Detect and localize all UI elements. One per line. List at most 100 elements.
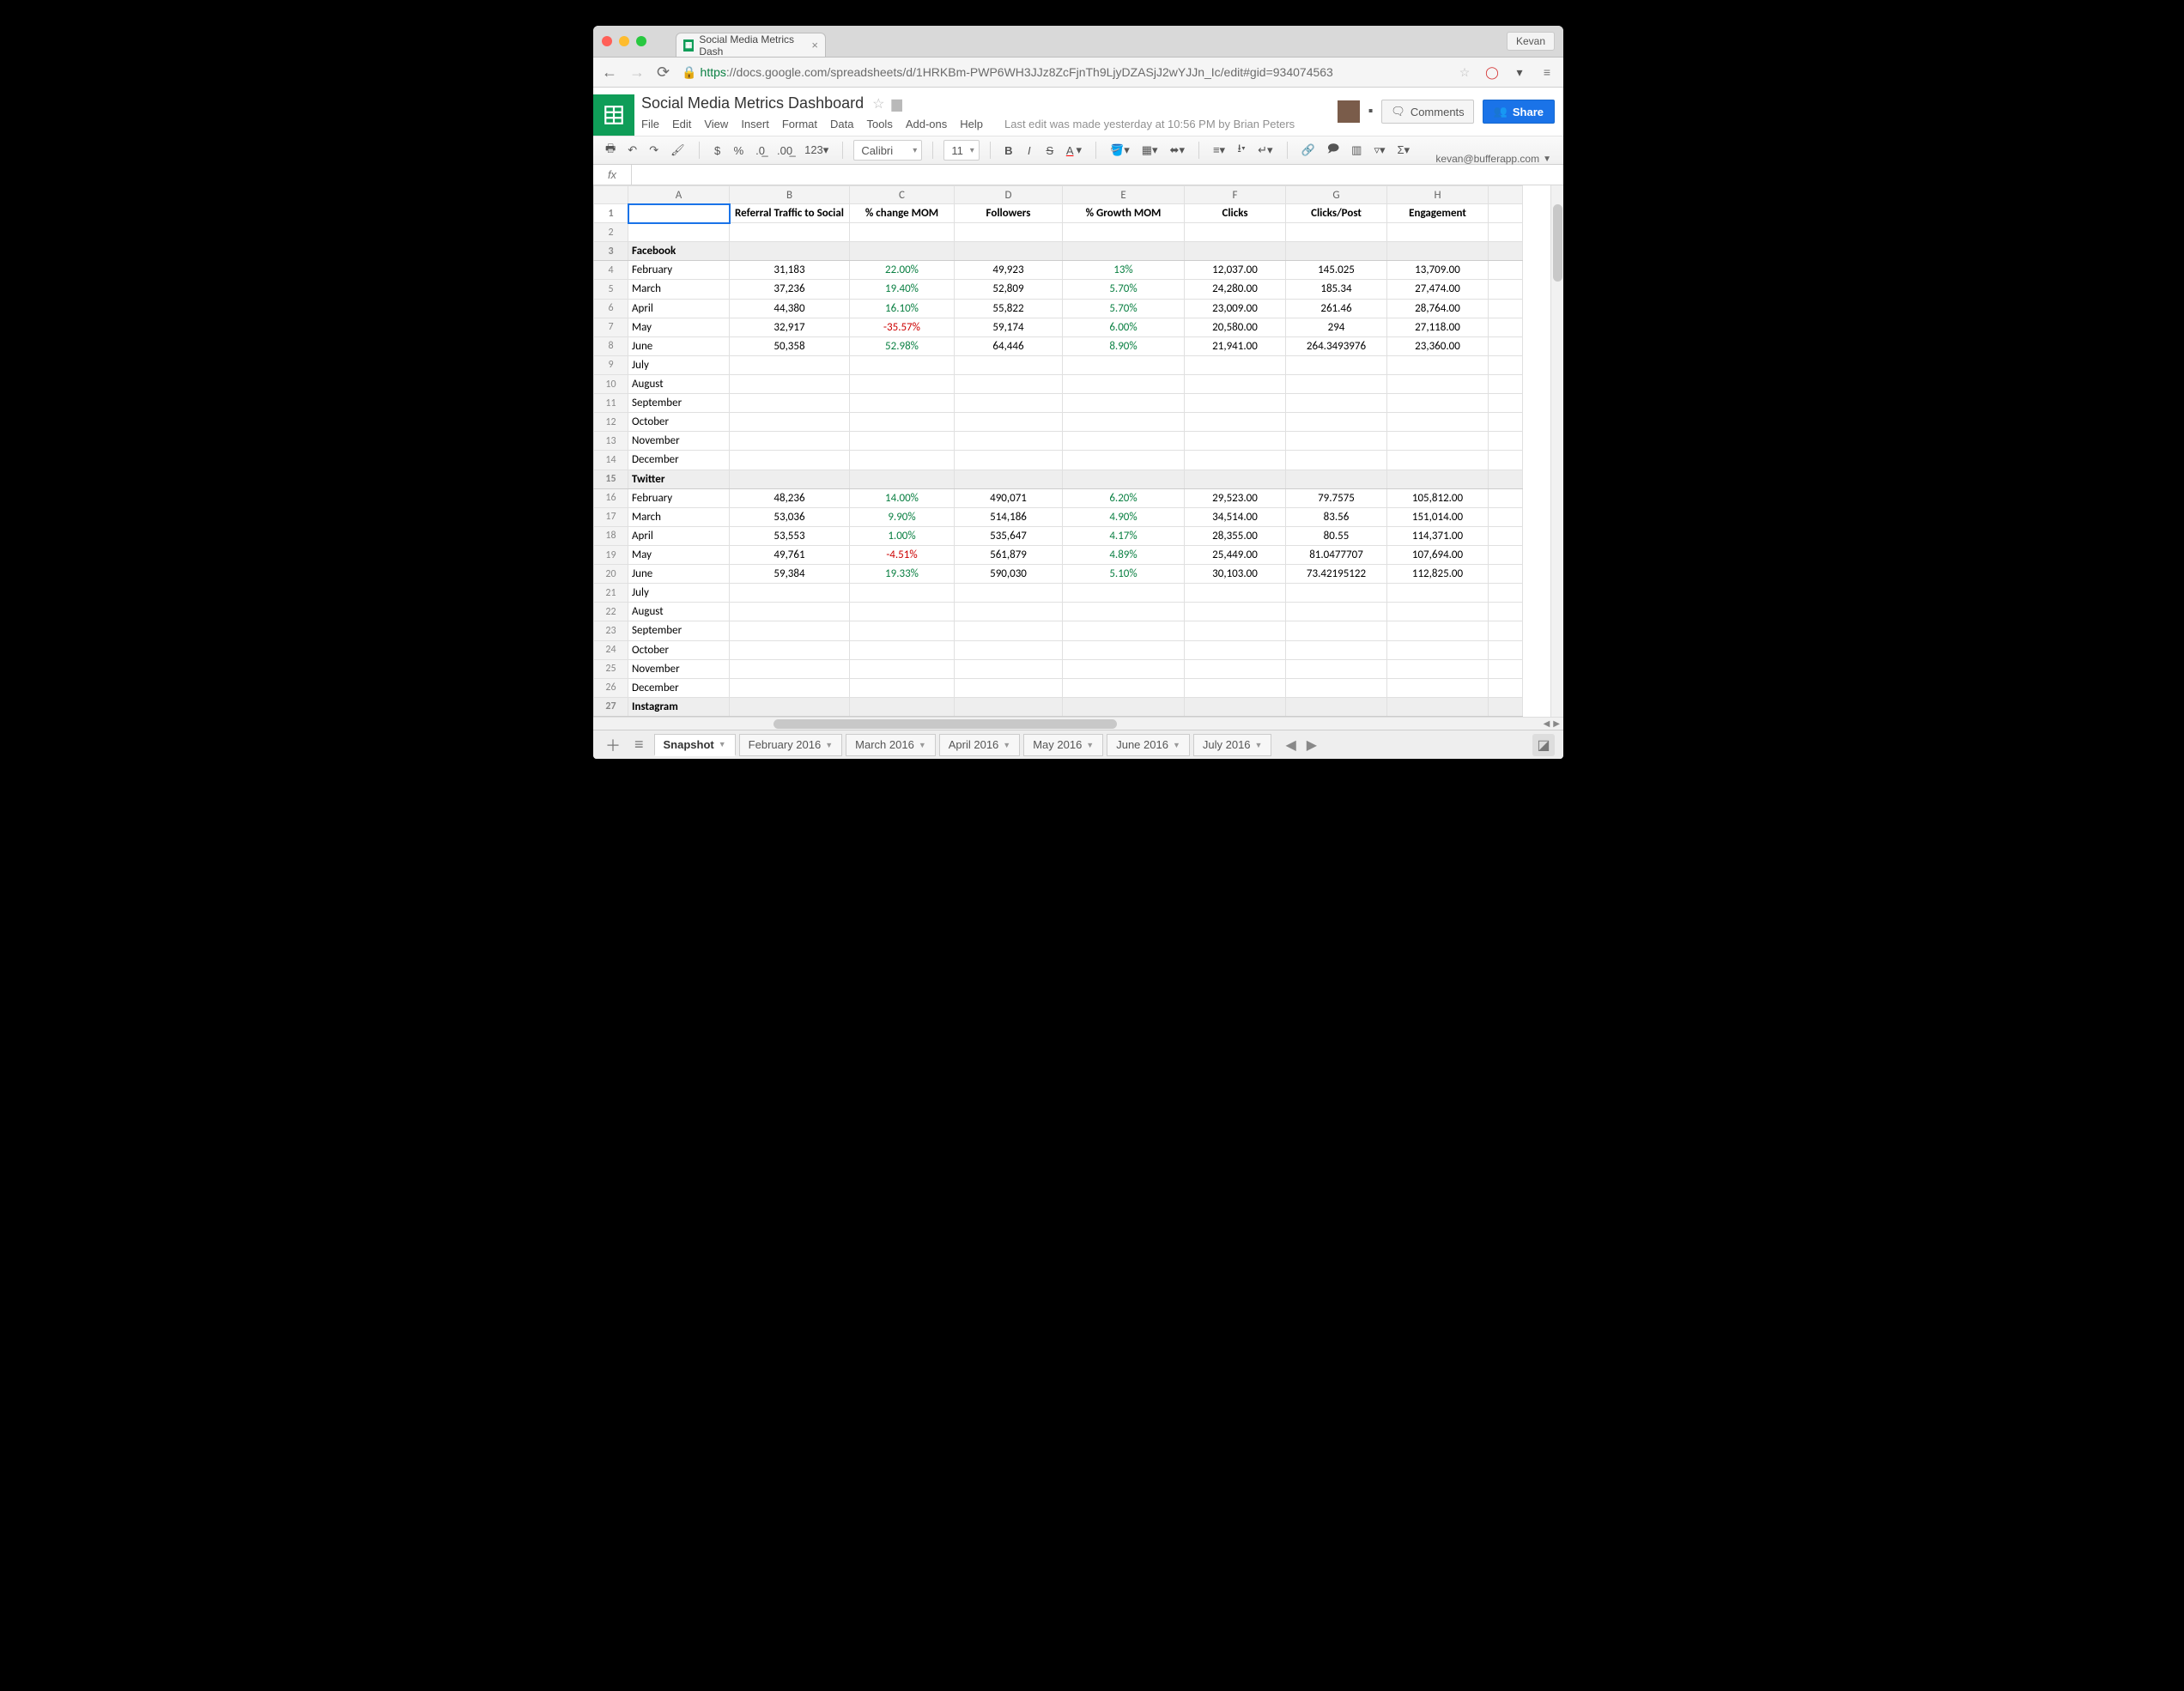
comments-button[interactable]: 🗨Comments — [1381, 100, 1473, 124]
cell[interactable] — [1489, 394, 1523, 413]
menu-file[interactable]: File — [641, 118, 659, 130]
cell[interactable]: 5.10% — [1063, 565, 1185, 584]
cell[interactable]: 13,709.00 — [1387, 261, 1489, 280]
col-header-e[interactable]: E — [1063, 186, 1185, 204]
minimize-window-icon[interactable] — [619, 36, 629, 46]
comment-insert-icon[interactable]: 🗩 — [1324, 139, 1343, 161]
chevron-down-icon[interactable]: ▼ — [1086, 741, 1094, 749]
row-header[interactable]: 7 — [594, 318, 628, 336]
cell[interactable] — [1387, 640, 1489, 659]
menu-addons[interactable]: Add-ons — [906, 118, 947, 130]
cell[interactable] — [1286, 355, 1387, 374]
cell[interactable]: 5.70% — [1063, 299, 1185, 318]
cell[interactable] — [955, 659, 1063, 678]
cell[interactable] — [1286, 659, 1387, 678]
cell[interactable] — [1063, 659, 1185, 678]
cell[interactable] — [1489, 413, 1523, 432]
cell[interactable] — [1387, 470, 1489, 488]
cell[interactable] — [1063, 394, 1185, 413]
cell[interactable]: 20,580.00 — [1185, 318, 1286, 336]
cell[interactable]: 27,118.00 — [1387, 318, 1489, 336]
address-bar[interactable]: 🔒https://docs.google.com/spreadsheets/d/… — [682, 65, 1445, 80]
scrollbar-thumb-h[interactable] — [774, 719, 1117, 729]
cell[interactable] — [1489, 678, 1523, 697]
cell[interactable] — [1489, 488, 1523, 507]
cell[interactable]: 52,809 — [955, 280, 1063, 299]
row-header[interactable]: 19 — [594, 545, 628, 564]
cell[interactable]: 29,523.00 — [1185, 488, 1286, 507]
sheet-tab[interactable]: Snapshot▼ — [654, 734, 736, 756]
cell[interactable]: 107,694.00 — [1387, 545, 1489, 564]
presence-icon[interactable]: ▪ — [1368, 104, 1374, 119]
cell[interactable] — [730, 678, 850, 697]
cell[interactable]: 34,514.00 — [1185, 507, 1286, 526]
cell[interactable] — [955, 432, 1063, 451]
cell[interactable] — [1489, 204, 1523, 223]
cell[interactable]: 50,358 — [730, 336, 850, 355]
cell[interactable] — [1387, 697, 1489, 716]
cell[interactable] — [1063, 621, 1185, 640]
cell[interactable]: 112,825.00 — [1387, 565, 1489, 584]
cell[interactable]: 52.98% — [850, 336, 955, 355]
cell[interactable] — [955, 242, 1063, 261]
cell[interactable] — [1489, 451, 1523, 470]
cell[interactable] — [730, 242, 850, 261]
cell[interactable] — [850, 621, 955, 640]
cell[interactable]: 55,822 — [955, 299, 1063, 318]
row-header[interactable]: 14 — [594, 451, 628, 470]
cell[interactable]: 5.70% — [1063, 280, 1185, 299]
cell[interactable] — [1489, 526, 1523, 545]
cell[interactable] — [1387, 621, 1489, 640]
cell[interactable] — [1489, 507, 1523, 526]
functions-icon[interactable]: Σ▾ — [1394, 142, 1414, 159]
cell[interactable] — [1489, 621, 1523, 640]
cell[interactable]: 32,917 — [730, 318, 850, 336]
h-align-icon[interactable]: ≡▾ — [1210, 142, 1228, 159]
cell[interactable] — [1489, 603, 1523, 621]
cell[interactable]: 261.46 — [1286, 299, 1387, 318]
undo-icon[interactable]: ↶ — [624, 142, 640, 159]
row-header[interactable]: 4 — [594, 261, 628, 280]
cell[interactable] — [730, 640, 850, 659]
sheet-tab[interactable]: May 2016▼ — [1023, 734, 1103, 756]
cell[interactable]: May — [628, 318, 730, 336]
cell[interactable]: 24,280.00 — [1185, 280, 1286, 299]
account-email[interactable]: kevan@bufferapp.com ▼ — [1435, 153, 1551, 165]
cell[interactable]: 4.90% — [1063, 507, 1185, 526]
cell[interactable] — [1489, 374, 1523, 393]
decrease-decimal[interactable]: .0̲ — [752, 142, 768, 159]
cell[interactable] — [850, 355, 955, 374]
cell[interactable] — [1185, 659, 1286, 678]
borders-icon[interactable]: ▦▾ — [1138, 142, 1162, 159]
avatar[interactable] — [1338, 100, 1360, 123]
row-header[interactable]: 15 — [594, 470, 628, 488]
sheets-logo-icon[interactable] — [593, 94, 634, 136]
cell[interactable]: 79.7575 — [1286, 488, 1387, 507]
cell[interactable] — [1185, 242, 1286, 261]
cell[interactable] — [1387, 413, 1489, 432]
cell[interactable] — [1185, 584, 1286, 603]
cell[interactable] — [1185, 355, 1286, 374]
extension-icon-2[interactable]: ▾ — [1512, 64, 1527, 80]
cell[interactable] — [850, 413, 955, 432]
cell[interactable] — [1489, 640, 1523, 659]
cell[interactable]: March — [628, 280, 730, 299]
cell[interactable]: % Growth MOM — [1063, 204, 1185, 223]
cell[interactable] — [1185, 603, 1286, 621]
cell[interactable] — [628, 204, 730, 223]
cell[interactable]: 23,009.00 — [1185, 299, 1286, 318]
row-header[interactable]: 5 — [594, 280, 628, 299]
cell[interactable]: 490,071 — [955, 488, 1063, 507]
cell[interactable] — [1063, 697, 1185, 716]
cell[interactable] — [955, 394, 1063, 413]
cell[interactable] — [955, 223, 1063, 242]
cell[interactable] — [730, 394, 850, 413]
cell[interactable] — [1185, 697, 1286, 716]
cell[interactable] — [1489, 318, 1523, 336]
cell[interactable] — [1286, 697, 1387, 716]
cell[interactable] — [1387, 584, 1489, 603]
row-header[interactable]: 20 — [594, 565, 628, 584]
cell[interactable] — [955, 413, 1063, 432]
sheet-tab[interactable]: July 2016▼ — [1193, 734, 1272, 756]
row-header[interactable]: 2 — [594, 223, 628, 242]
